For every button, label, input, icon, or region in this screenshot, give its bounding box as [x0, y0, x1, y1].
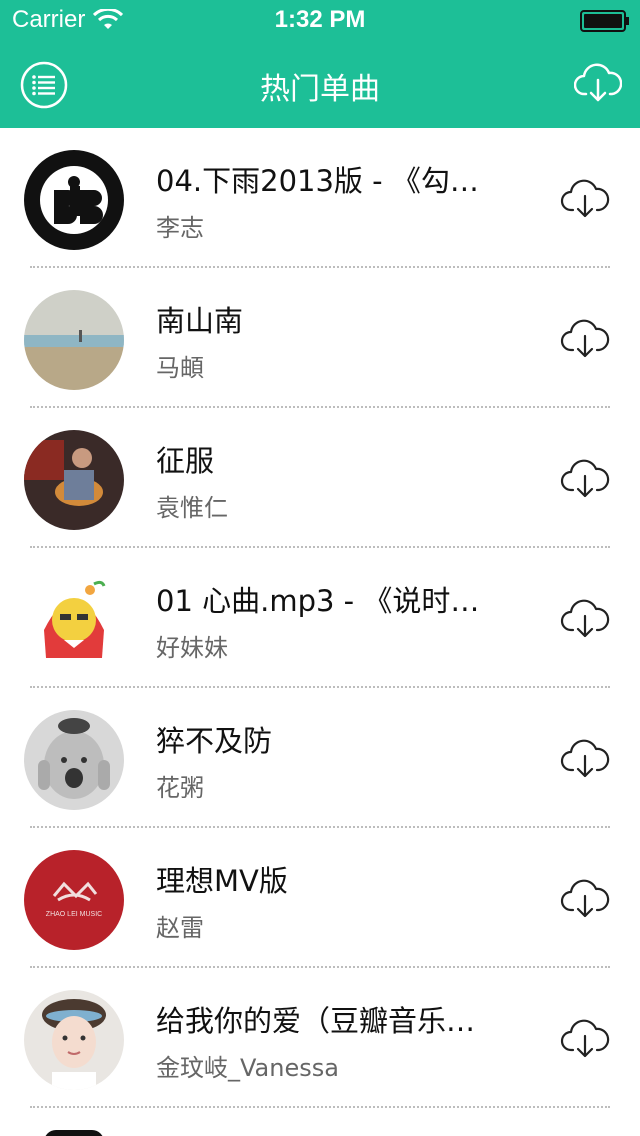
avatar: ZHAO LEI MUSIC [24, 850, 124, 950]
song-artist: 赵雷 [156, 914, 204, 942]
download-button[interactable] [560, 736, 610, 780]
download-button[interactable] [560, 456, 610, 500]
download-button[interactable] [560, 316, 610, 360]
cloud-download-icon [560, 179, 610, 218]
avatar [24, 990, 124, 1090]
song-title: 01 心曲.mp3 - 《说时… [156, 584, 480, 618]
download-button[interactable] [560, 876, 610, 920]
list-item[interactable]: ZHAO LEI MUSIC 理想MV版 赵雷 [0, 828, 640, 968]
cloud-download-icon [560, 879, 610, 918]
song-artist: 袁惟仁 [156, 494, 228, 522]
battery-icon [580, 10, 629, 32]
avatar [24, 430, 124, 530]
song-title: 征服 [156, 444, 215, 478]
list-item[interactable]: 南山南 马頔 [0, 268, 640, 408]
song-artist: 好妹妹 [156, 634, 228, 662]
cloud-download-icon [560, 739, 610, 778]
list-item[interactable]: 给我你的爱（豆瓣音乐… 金玟岐_Vanessa [0, 968, 640, 1108]
nav-bar: 热门单曲 [0, 40, 640, 128]
next-avatar-partial [44, 1130, 104, 1136]
header: Carrier 1:32 PM 热门单曲 [0, 0, 640, 128]
cloud-download-icon [560, 459, 610, 498]
song-list: 04.下雨2013版 - 《勾… 李志 南山南 马頔 征服 袁惟仁 01 心曲.… [0, 128, 640, 1108]
song-title: 南山南 [156, 304, 244, 338]
list-item[interactable]: 04.下雨2013版 - 《勾… 李志 [0, 128, 640, 268]
download-all-button[interactable] [574, 60, 622, 104]
avatar-logo-text: ZHAO LEI MUSIC [46, 911, 102, 918]
song-title: 给我你的爱（豆瓣音乐… [156, 1004, 476, 1038]
cloud-download-icon [560, 1019, 610, 1058]
song-title: 理想MV版 [156, 864, 288, 898]
avatar [24, 290, 124, 390]
list-item[interactable]: 猝不及防 花粥 [0, 688, 640, 828]
avatar [24, 570, 124, 670]
list-item[interactable]: 征服 袁惟仁 [0, 408, 640, 548]
cloud-download-icon [560, 319, 610, 358]
download-button[interactable] [560, 596, 610, 640]
cloud-download-icon [560, 599, 610, 638]
song-title: 猝不及防 [156, 724, 273, 758]
cloud-download-icon [574, 63, 622, 102]
avatar [24, 710, 124, 810]
song-artist: 马頔 [156, 354, 204, 382]
song-artist: 李志 [156, 214, 204, 242]
status-bar: Carrier 1:32 PM [0, 0, 640, 40]
avatar [24, 150, 124, 250]
song-title: 04.下雨2013版 - 《勾… [156, 164, 479, 198]
song-artist: 金玟岐_Vanessa [156, 1054, 339, 1082]
status-time: 1:32 PM [274, 6, 366, 33]
song-artist: 花粥 [156, 774, 204, 802]
download-button[interactable] [560, 1016, 610, 1060]
list-item[interactable]: 01 心曲.mp3 - 《说时… 好妹妹 [0, 548, 640, 688]
page-title: 热门单曲 [260, 72, 380, 107]
download-button[interactable] [560, 176, 610, 220]
